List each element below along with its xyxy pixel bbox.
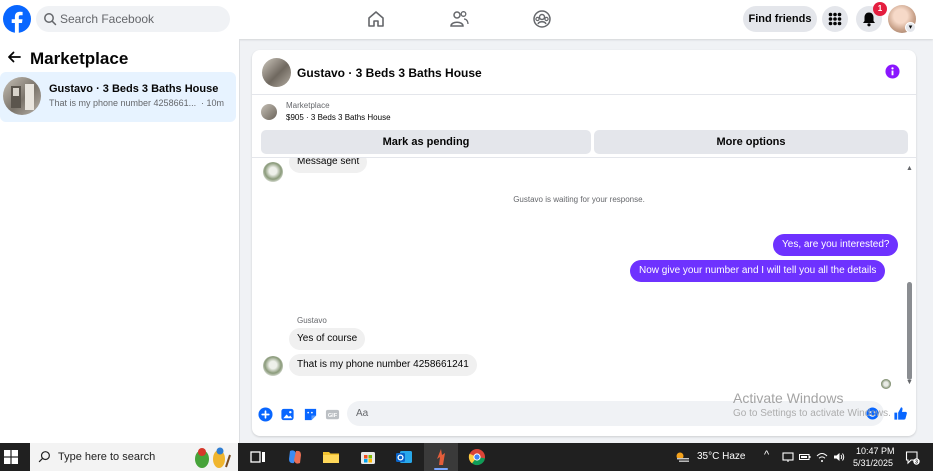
- chevron-down-icon[interactable]: ▾: [905, 22, 916, 33]
- message-bubble-incoming: Yes of course: [289, 328, 366, 350]
- search-box[interactable]: Search Facebook: [36, 6, 230, 32]
- friends-icon[interactable]: [449, 9, 469, 29]
- photo-icon[interactable]: [280, 407, 295, 422]
- activate-windows-subtitle: Go to Settings to activate Windows.: [733, 408, 891, 419]
- sender-name: Gustavo: [297, 316, 327, 325]
- clock-time[interactable]: 10:47 PM: [856, 446, 895, 456]
- home-icon[interactable]: [366, 9, 386, 29]
- task-view-icon[interactable]: [249, 448, 267, 466]
- active-app-indicator: [434, 468, 448, 470]
- weather-icon[interactable]: [674, 451, 690, 463]
- microsoft-store-icon[interactable]: [359, 448, 377, 466]
- message-bubble-outgoing: Now give your number and I will tell you…: [630, 260, 886, 282]
- chat-title[interactable]: Gustavo · 3 Beds 3 Baths House: [297, 66, 482, 80]
- scroll-down-arrow-icon[interactable]: ▼: [906, 379, 913, 386]
- notification-badge: 1: [873, 2, 887, 16]
- network-icon[interactable]: [816, 451, 828, 463]
- conversation-list-item[interactable]: Gustavo · 3 Beds 3 Baths House That is m…: [0, 72, 236, 122]
- sticker-icon[interactable]: [303, 407, 318, 422]
- file-explorer-icon[interactable]: [322, 448, 340, 466]
- thumbs-up-icon[interactable]: [893, 406, 908, 421]
- info-icon[interactable]: [885, 64, 900, 79]
- battery-icon[interactable]: [799, 451, 811, 463]
- notification-center-count: 3: [915, 460, 918, 466]
- plus-icon[interactable]: [258, 407, 273, 422]
- sender-avatar: [263, 162, 283, 182]
- listing-label: Marketplace: [286, 101, 330, 110]
- find-friends-button[interactable]: Find friends: [743, 6, 817, 32]
- svg-text:GIF: GIF: [328, 413, 338, 419]
- scroll-up-arrow-icon[interactable]: ▲: [906, 165, 913, 172]
- git-app-icon[interactable]: [432, 448, 450, 466]
- notification-center-icon[interactable]: 3: [905, 450, 920, 465]
- message-bubble-incoming: That is my phone number 4258661241: [289, 354, 477, 376]
- message-bubble-incoming: Message sent: [289, 158, 368, 173]
- chat-header: Gustavo · 3 Beds 3 Baths House: [252, 50, 916, 95]
- weather-text[interactable]: 35°C Haze: [697, 451, 745, 462]
- clock-date[interactable]: 5/31/2025: [853, 458, 893, 468]
- message-thread: Message sent Gustavo is waiting for your…: [252, 158, 916, 394]
- listing-thumbnail[interactable]: [261, 104, 277, 120]
- chat-avatar[interactable]: [262, 58, 291, 87]
- taskbar-search-placeholder: Type here to search: [58, 451, 156, 463]
- system-note: Gustavo is waiting for your response.: [513, 195, 645, 204]
- activate-windows-title: Activate Windows: [733, 390, 844, 406]
- groups-icon[interactable]: [532, 9, 552, 29]
- message-input-placeholder: Aa: [356, 408, 369, 419]
- outlook-icon[interactable]: [395, 448, 413, 466]
- grid-menu-icon: [828, 12, 842, 26]
- message-bubble-outgoing: Yes, are you interested?: [773, 234, 899, 256]
- search-icon: [38, 451, 50, 463]
- marketplace-sidebar: Marketplace Gustavo · 3 Beds 3 Baths Hou…: [0, 39, 240, 443]
- house-photo-icon: [11, 84, 34, 110]
- gif-icon[interactable]: GIF: [325, 407, 340, 422]
- chevron-up-icon[interactable]: ^: [764, 449, 769, 461]
- seen-indicator-avatar: [881, 379, 891, 389]
- chat-window: Gustavo · 3 Beds 3 Baths House Marketpla…: [252, 50, 916, 436]
- listing-bar: Marketplace $905 · 3 Beds 3 Baths House …: [252, 95, 916, 158]
- scrollbar-thumb[interactable]: [907, 282, 912, 380]
- conversation-snippet: That is my phone number 4258661...: [49, 98, 197, 108]
- back-arrow-icon[interactable]: [6, 49, 22, 65]
- parrot-illustration-icon: [195, 447, 231, 468]
- sender-avatar: [263, 356, 283, 376]
- windows-taskbar: Type here to search 35°C Haze ^ 10:47 PM…: [0, 443, 933, 471]
- page-title: Marketplace: [30, 49, 129, 68]
- conversation-time: · 10m: [201, 98, 225, 108]
- menu-button[interactable]: [822, 6, 848, 32]
- search-icon: [44, 13, 57, 26]
- search-placeholder: Search Facebook: [60, 12, 155, 26]
- conversation-name: Gustavo · 3 Beds 3 Baths House: [49, 83, 219, 95]
- facebook-logo-icon[interactable]: [3, 5, 31, 33]
- screen-icon[interactable]: [782, 451, 794, 463]
- chrome-icon[interactable]: [468, 448, 486, 466]
- windows-start-icon[interactable]: [4, 450, 18, 464]
- copilot-icon[interactable]: [286, 448, 304, 466]
- volume-icon[interactable]: [833, 451, 845, 463]
- mark-as-pending-button[interactable]: Mark as pending: [261, 130, 591, 154]
- listing-price[interactable]: $905 · 3 Beds 3 Baths House: [286, 113, 391, 122]
- listing-thumbnail: [3, 77, 41, 115]
- top-navigation-bar: Search Facebook Find friends 1 ▾: [0, 0, 933, 39]
- more-options-button[interactable]: More options: [594, 130, 908, 154]
